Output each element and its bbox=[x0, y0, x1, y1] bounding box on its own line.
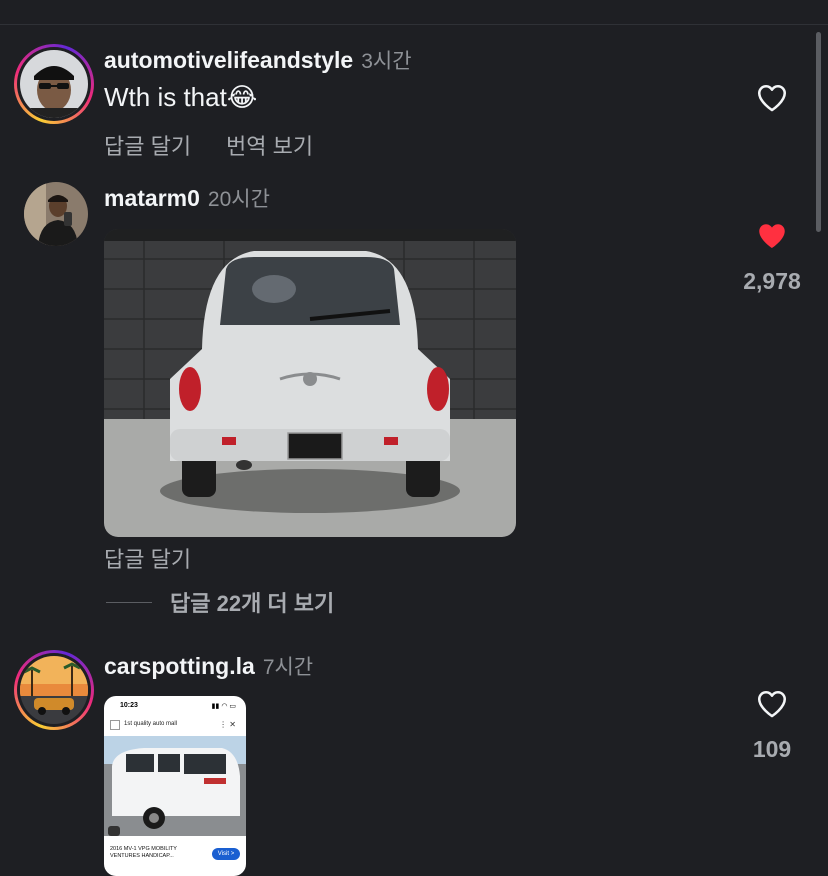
comment-time: 20시간 bbox=[207, 188, 270, 211]
comment-screenshot[interactable]: 10:23 ▮▮ ◠ ▭ 1st quality auto mall ⋮ ✕ 2… bbox=[104, 696, 246, 876]
van-photo bbox=[104, 736, 246, 836]
avatar-photo bbox=[24, 182, 88, 246]
comment-username[interactable]: matarm0 20시간 bbox=[104, 183, 270, 213]
comment-photo[interactable] bbox=[104, 229, 516, 537]
comment-text: Wth is that😂 bbox=[104, 82, 258, 112]
view-more-replies-button[interactable]: 답글 22개 더 보기 bbox=[106, 586, 334, 618]
reply-button[interactable]: 답글 달기 bbox=[104, 542, 191, 574]
translate-button[interactable]: 번역 보기 bbox=[226, 129, 313, 161]
screenshot-caption: 2016 MV-1 VPG MOBILITY VENTURES HANDICAP… bbox=[110, 846, 177, 859]
avatar-photo bbox=[20, 656, 88, 724]
top-bar bbox=[0, 0, 828, 25]
username-text[interactable]: automotivelifeandstyle bbox=[104, 47, 353, 73]
avatar-carspotting[interactable] bbox=[14, 650, 94, 730]
username-text[interactable]: carspotting.la bbox=[104, 653, 255, 679]
comment-time: 7시간 bbox=[262, 656, 314, 679]
screenshot-clock: 10:23 bbox=[120, 702, 138, 709]
scrollbar[interactable] bbox=[816, 32, 821, 232]
like-count: 2,978 bbox=[743, 268, 801, 294]
like-count: 109 bbox=[752, 736, 792, 762]
heart-outline-icon[interactable] bbox=[754, 81, 790, 115]
heart-outline-icon[interactable] bbox=[754, 687, 790, 721]
comment-username[interactable]: carspotting.la 7시간 bbox=[104, 651, 313, 681]
signal-battery-icon: ▮▮ ◠ ▭ bbox=[211, 703, 236, 710]
car-photo bbox=[104, 229, 516, 537]
visit-button: Visit > bbox=[212, 848, 240, 860]
screenshot-search-text: 1st quality auto mall bbox=[124, 721, 178, 727]
view-replies-label[interactable]: 답글 22개 더 보기 bbox=[170, 586, 334, 618]
comment-time: 3시간 bbox=[361, 50, 412, 73]
avatar-matarm0[interactable] bbox=[24, 182, 88, 246]
avatar-automotivelifeandstyle[interactable] bbox=[14, 44, 94, 124]
reply-button[interactable]: 답글 달기 bbox=[104, 129, 191, 161]
tab-icon bbox=[110, 720, 120, 730]
comment-username[interactable]: automotivelifeandstyle 3시간 bbox=[104, 45, 412, 75]
close-icon: ⋮ ✕ bbox=[219, 720, 236, 729]
username-text[interactable]: matarm0 bbox=[104, 185, 200, 211]
heart-filled-icon[interactable] bbox=[754, 219, 790, 253]
divider-line bbox=[106, 601, 152, 603]
avatar-photo bbox=[20, 50, 88, 118]
